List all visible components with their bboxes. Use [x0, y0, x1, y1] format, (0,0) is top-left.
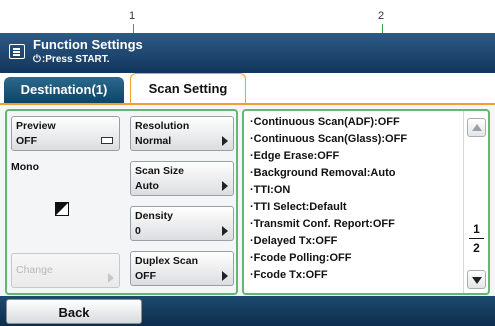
tab-scan-setting[interactable]: Scan Setting — [130, 73, 246, 104]
duplex-scan-button[interactable]: Duplex Scan OFF — [130, 251, 234, 286]
chevron-right-icon — [222, 181, 228, 191]
scan-size-label: Scan Size — [135, 165, 185, 177]
settings-list-item: ·Edge Erase:OFF — [250, 150, 340, 162]
change-label: Change — [16, 264, 53, 276]
page-current: 1 — [473, 222, 480, 236]
scroll-up-button[interactable] — [467, 118, 486, 137]
resolution-label: Resolution — [135, 120, 190, 132]
settings-list-item: ·TTI Select:Default — [250, 201, 347, 213]
callout-number-2: 2 — [378, 10, 385, 22]
duplex-scan-value: OFF — [135, 270, 156, 282]
color-mode-label: Mono — [11, 161, 39, 173]
device-screen: Function Settings ⏻:Press START. Destina… — [0, 33, 495, 326]
tab-strip: Destination(1) Scan Setting — [0, 73, 495, 104]
page-title: Function Settings — [33, 37, 143, 52]
press-start-hint: Press START. — [45, 54, 110, 65]
page-fraction-bar — [469, 238, 484, 239]
chevron-right-icon — [222, 136, 228, 146]
scan-size-value: Auto — [135, 180, 159, 192]
preview-value: OFF — [16, 135, 37, 147]
start-icon: ⏻ — [33, 54, 41, 65]
page-subtitle: ⏻:Press START. — [33, 54, 110, 65]
mono-preview-icon — [55, 202, 69, 216]
chevron-right-icon — [222, 226, 228, 236]
settings-list-item: ·Fcode Polling:OFF — [250, 252, 352, 264]
preview-label: Preview — [16, 120, 56, 132]
settings-list-item: ·Fcode Tx:OFF — [250, 269, 328, 281]
settings-list-item: ·Background Removal:Auto — [250, 167, 396, 179]
settings-list-item: ·Continuous Scan(ADF):OFF — [250, 116, 400, 128]
scroll-down-button[interactable] — [467, 270, 486, 289]
back-button[interactable]: Back — [6, 299, 142, 324]
settings-list-item: ·Continuous Scan(Glass):OFF — [250, 133, 408, 145]
toggle-icon — [101, 137, 113, 144]
change-button[interactable]: Change — [11, 253, 120, 288]
duplex-scan-label: Duplex Scan — [135, 255, 199, 267]
settings-list-item: ·Transmit Conf. Report:OFF — [250, 218, 395, 230]
density-button[interactable]: Density 0 — [130, 206, 234, 241]
density-label: Density — [135, 210, 173, 222]
scan-size-button[interactable]: Scan Size Auto — [130, 161, 234, 196]
resolution-button[interactable]: Resolution Normal — [130, 116, 234, 151]
page-total: 2 — [473, 241, 480, 255]
chevron-right-icon — [108, 273, 114, 283]
settings-list-item: ·Delayed Tx:OFF — [250, 235, 338, 247]
resolution-value: Normal — [135, 135, 172, 147]
menu-list-icon — [9, 44, 25, 59]
density-value: 0 — [135, 225, 141, 237]
callout-number-1: 1 — [129, 10, 136, 22]
title-bar: Function Settings ⏻:Press START. — [0, 33, 495, 73]
chevron-right-icon — [222, 271, 228, 281]
scroll-column-divider — [463, 111, 464, 293]
settings-list-item: ·TTI:ON — [250, 184, 291, 196]
tab-destination[interactable]: Destination(1) — [4, 77, 124, 103]
preview-button[interactable]: Preview OFF — [11, 116, 120, 151]
